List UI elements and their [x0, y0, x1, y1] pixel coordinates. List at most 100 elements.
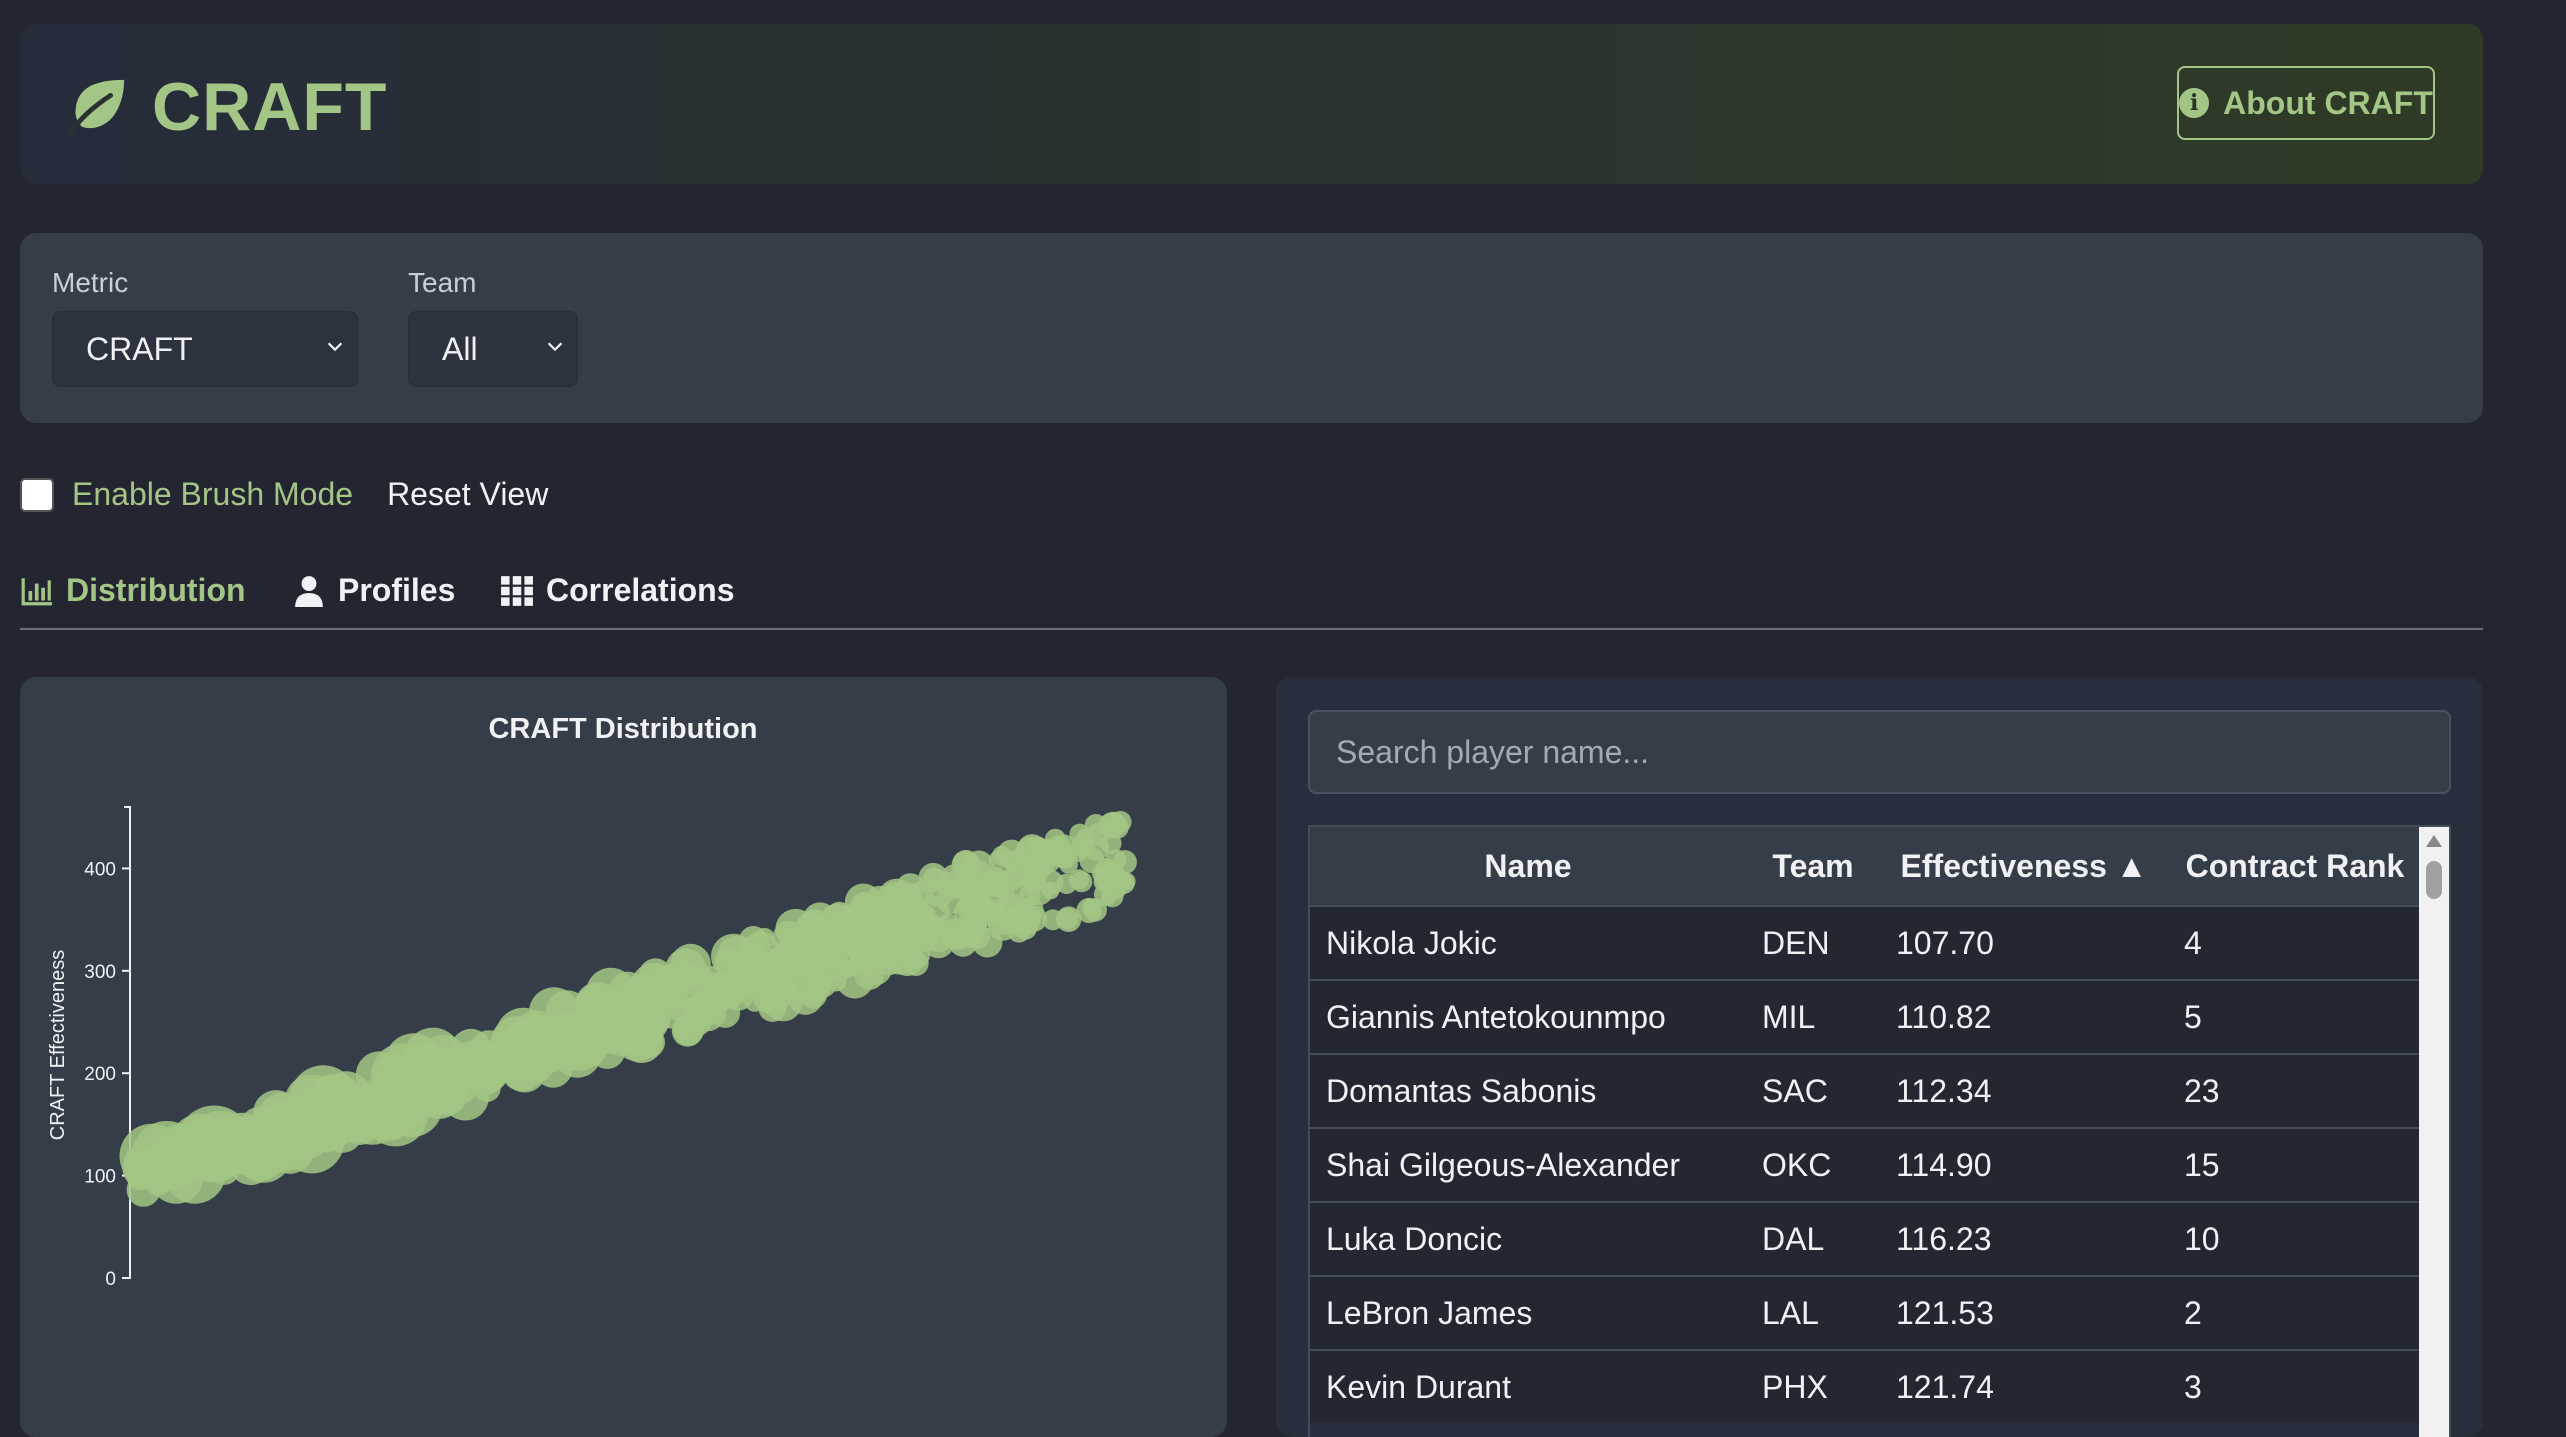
scatter-point[interactable] [1071, 871, 1093, 893]
scatter-point[interactable] [1059, 855, 1078, 874]
scatter-point[interactable] [584, 1014, 615, 1045]
scatter-chart: CRAFT Distribution CRAFT Effectiveness 0… [47, 713, 1137, 1290]
scatter-point[interactable] [1028, 852, 1055, 878]
user-icon [295, 575, 323, 607]
scatter-point[interactable] [151, 1124, 209, 1182]
scatter-point[interactable] [697, 965, 727, 995]
tab-correlations[interactable]: Correlations [500, 572, 734, 609]
scatter-point[interactable] [864, 885, 895, 916]
scatter-point[interactable] [837, 906, 870, 939]
scatter-point[interactable] [379, 1055, 441, 1116]
column-header-contract-rank[interactable]: Contract Rank [2168, 827, 2422, 906]
scatter-point[interactable] [758, 994, 787, 1022]
cell-contract-rank: 2 [2168, 1275, 2422, 1350]
scatter-point[interactable] [1057, 908, 1079, 930]
reset-view-button[interactable]: Reset View [387, 476, 548, 513]
brush-mode-label[interactable]: Enable Brush Mode [72, 476, 353, 513]
cell-effectiveness: 114.90 [1880, 1127, 2168, 1202]
scatter-point[interactable] [978, 870, 1001, 893]
column-header-team[interactable]: Team [1746, 827, 1880, 906]
brush-mode-checkbox[interactable] [20, 477, 54, 512]
scatter-point[interactable] [1092, 864, 1110, 883]
cell-name: Giannis Antetokounmpo [1310, 979, 1746, 1054]
table-scrollbar[interactable] [2419, 827, 2449, 1437]
y-axis-label: CRAFT Effectiveness [47, 950, 69, 1140]
scatter-point[interactable] [772, 920, 808, 956]
about-button-label: About CRAFT [2223, 84, 2433, 121]
cell-contract-rank: 15 [2168, 1127, 2422, 1202]
tab-bar: Distribution Profiles Correlations [20, 568, 2483, 630]
scatter-point[interactable] [902, 895, 923, 916]
team-select[interactable]: All [408, 311, 578, 387]
tab-distribution[interactable]: Distribution [20, 572, 246, 609]
brush-controls: Enable Brush Mode Reset View [20, 476, 548, 513]
cell-name: Domantas Sabonis [1310, 1053, 1746, 1128]
scatter-point[interactable] [578, 985, 606, 1014]
table-row[interactable]: Giannis Antetokounmpo MIL 110.82 5 [1310, 979, 2422, 1054]
metric-value: CRAFT [86, 330, 193, 367]
table-row[interactable]: Kevin Durant PHX 121.74 3 [1310, 1349, 2422, 1423]
cell-name: Shai Gilgeous-Alexander [1310, 1127, 1746, 1202]
scatter-point[interactable] [688, 993, 727, 1032]
y-tick-label: 0 [105, 1269, 116, 1290]
chevron-down-icon [547, 342, 563, 352]
table-row[interactable]: Luka Doncic DAL 116.23 10 [1310, 1201, 2422, 1276]
table-row[interactable]: Nikola Jokic DEN 107.70 4 [1310, 905, 2422, 980]
metric-select[interactable]: CRAFT [52, 311, 358, 387]
scatter-point[interactable] [473, 1074, 501, 1102]
chart-title: CRAFT Distribution [488, 713, 757, 745]
scatter-point[interactable] [883, 943, 916, 975]
about-button[interactable]: i About CRAFT [2177, 66, 2435, 140]
scatter-point[interactable] [335, 1095, 369, 1128]
cell-name: Nikola Jokic [1310, 905, 1746, 980]
scroll-thumb[interactable] [2426, 861, 2442, 899]
scatter-point[interactable] [1076, 828, 1094, 847]
scatter-point[interactable] [1026, 879, 1053, 906]
metric-filter: Metric CRAFT [52, 267, 358, 387]
cell-team: DEN [1746, 905, 1880, 980]
brand: CRAFT [66, 68, 387, 146]
app-header: CRAFT i About CRAFT [20, 24, 2483, 184]
scatter-point[interactable] [1076, 897, 1102, 924]
cell-contract-rank: 4 [2168, 905, 2422, 980]
scatter-point[interactable] [964, 914, 988, 938]
scatter-point[interactable] [620, 1020, 663, 1064]
cell-effectiveness: 110.82 [1880, 979, 2168, 1054]
scatter-point[interactable] [738, 926, 768, 955]
scatter-point[interactable] [988, 850, 1009, 871]
cell-effectiveness: 107.70 [1880, 905, 2168, 980]
player-search-input[interactable] [1308, 710, 2451, 794]
cell-team: SAC [1746, 1053, 1880, 1128]
scatter-point[interactable] [778, 961, 807, 990]
scroll-up-icon[interactable] [2426, 835, 2442, 847]
y-tick-label: 100 [84, 1167, 116, 1188]
scatter-point[interactable] [1106, 816, 1129, 839]
metric-label: Metric [52, 267, 129, 298]
column-header-effectiveness[interactable]: Effectiveness ▲ [1880, 827, 2168, 906]
table-row[interactable]: Shai Gilgeous-Alexander OKC 114.90 15 [1310, 1127, 2422, 1202]
scatter-point[interactable] [799, 981, 828, 1009]
bar-chart-icon [21, 577, 52, 605]
scatter-point[interactable] [503, 1049, 547, 1093]
scatter-point[interactable] [621, 973, 664, 1015]
cell-team: OKC [1746, 1127, 1880, 1202]
cell-team: LAL [1746, 1275, 1880, 1350]
tab-profiles[interactable]: Profiles [292, 572, 455, 609]
table-row[interactable]: LeBron James LAL 121.53 2 [1310, 1275, 2422, 1350]
y-tick-label: 400 [84, 859, 116, 880]
scatter-point[interactable] [993, 895, 1025, 926]
y-axis: 0 100 200 300 400 [84, 806, 131, 1290]
team-value: All [442, 330, 478, 367]
player-table: Name Team Effectiveness ▲ Contract Rank … [1310, 827, 2422, 1423]
cell-effectiveness: 121.74 [1880, 1349, 2168, 1423]
table-header-row: Name Team Effectiveness ▲ Contract Rank [1310, 827, 2422, 906]
scatter-point[interactable] [276, 1123, 304, 1150]
leaf-icon [67, 79, 125, 137]
column-header-name[interactable]: Name [1310, 827, 1746, 906]
cell-name: LeBron James [1310, 1275, 1746, 1350]
cell-effectiveness: 112.34 [1880, 1053, 2168, 1128]
y-axis-line [124, 806, 131, 1279]
scatter-point[interactable] [802, 902, 838, 938]
table-row[interactable]: Domantas Sabonis SAC 112.34 23 [1310, 1053, 2422, 1128]
scatter-points [119, 810, 1137, 1207]
